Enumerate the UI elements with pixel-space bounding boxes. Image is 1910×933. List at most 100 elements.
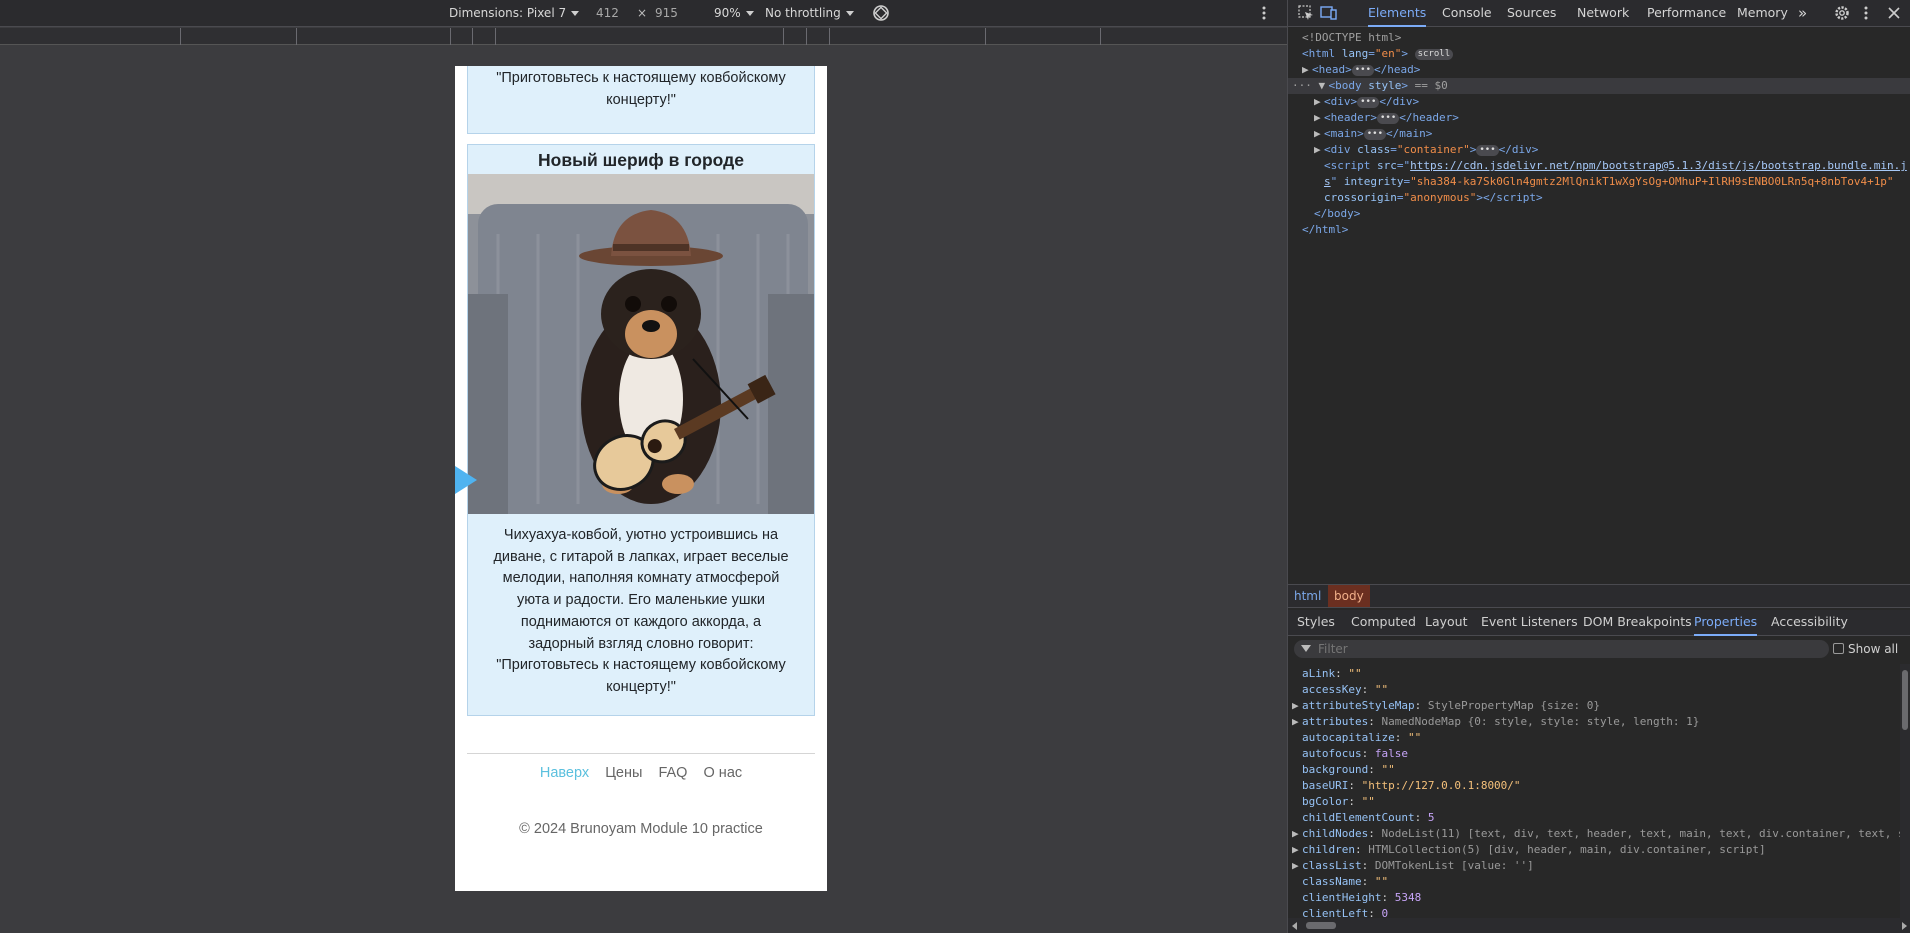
expand-triangle-icon[interactable]: ▶: [1314, 126, 1324, 142]
expand-triangle-icon[interactable]: ▶: [1292, 842, 1302, 858]
expand-triangle-icon[interactable]: ▶: [1314, 94, 1324, 110]
media-query-ruler[interactable]: [0, 28, 1287, 45]
ellipsis-icon[interactable]: •••: [1476, 145, 1499, 156]
properties-vertical-scrollbar[interactable]: [1900, 664, 1910, 918]
property-value: DOMTokenList [value: '']: [1374, 859, 1534, 872]
expand-triangle-icon[interactable]: ▶: [1292, 714, 1302, 730]
scrollbar-thumb[interactable]: [1306, 922, 1336, 929]
dom-node-head[interactable]: ▶ <head> ••• </head>: [1288, 62, 1910, 78]
property-row[interactable]: baseURI: "http://127.0.0.1:8000/": [1288, 778, 1901, 794]
more-options-icon[interactable]: [1262, 4, 1266, 24]
tab-performance[interactable]: Performance: [1647, 0, 1726, 27]
tab-console[interactable]: Console: [1442, 0, 1492, 27]
device-selector[interactable]: Dimensions: Pixel 7: [449, 0, 580, 27]
close-icon[interactable]: [1885, 4, 1903, 22]
settings-gear-icon[interactable]: [1833, 4, 1851, 22]
filter-input[interactable]: [1294, 640, 1829, 658]
expand-triangle-icon[interactable]: ▶: [1292, 698, 1302, 714]
tab-dom-breakpoints[interactable]: DOM Breakpoints: [1583, 610, 1692, 636]
width-input[interactable]: 412: [596, 0, 619, 27]
property-key: clientLeft: [1302, 907, 1369, 918]
dom-node-html[interactable]: <html lang="en"> scroll: [1288, 46, 1910, 62]
tab-memory[interactable]: Memory: [1737, 0, 1788, 27]
collapse-triangle-icon[interactable]: ▼: [1319, 78, 1329, 94]
breadcrumb-body[interactable]: body: [1328, 585, 1370, 607]
ellipsis-icon[interactable]: •••: [1363, 129, 1387, 140]
expand-triangle-icon[interactable]: ▶: [1302, 62, 1312, 78]
dom-node-script[interactable]: <script src="https://cdn.jsdelivr.net/np…: [1288, 158, 1910, 174]
show-all-toggle[interactable]: Show all: [1833, 641, 1898, 657]
footer-link-prices[interactable]: Цены: [605, 765, 642, 781]
chevron-down-icon: [571, 11, 580, 16]
property-row[interactable]: autocapitalize: "": [1288, 730, 1901, 746]
device-toggle-icon[interactable]: [1320, 4, 1338, 22]
script-src-link-end[interactable]: s: [1324, 175, 1331, 188]
head-tag: head: [1318, 63, 1346, 76]
footer-link-top[interactable]: Наверх: [540, 765, 589, 781]
resize-handle[interactable]: [455, 466, 477, 494]
tab-sources[interactable]: Sources: [1507, 0, 1556, 27]
property-row[interactable]: ▶ children: HTMLCollection(5) [div, heade…: [1288, 842, 1901, 858]
property-row[interactable]: autofocus: false: [1288, 746, 1901, 762]
properties-horizontal-scrollbar[interactable]: [1288, 918, 1910, 933]
more-tabs-button[interactable]: »: [1798, 0, 1807, 27]
property-row[interactable]: ▶ childNodes: NodeList(11) [text, div, te…: [1288, 826, 1901, 842]
tab-accessibility[interactable]: Accessibility: [1771, 610, 1848, 636]
footer-link-about[interactable]: О нас: [704, 765, 743, 781]
kebab-menu-icon[interactable]: [1857, 4, 1875, 22]
property-row[interactable]: accessKey: "": [1288, 682, 1901, 698]
ruler-segment: [472, 28, 473, 45]
property-row[interactable]: clientLeft: 0: [1288, 906, 1901, 918]
throttling-selector[interactable]: No throttling: [765, 0, 854, 27]
dom-node-main[interactable]: ▶ <main> ••• </main>: [1288, 126, 1910, 142]
property-row[interactable]: clientHeight: 5348: [1288, 890, 1901, 906]
dom-node-div[interactable]: ▶ <div> ••• </div>: [1288, 94, 1910, 110]
tab-properties[interactable]: Properties: [1694, 610, 1758, 636]
expand-triangle-icon[interactable]: ▶: [1292, 826, 1302, 842]
scrollbar-thumb[interactable]: [1902, 670, 1908, 730]
property-row[interactable]: ▶ attributeStyleMap: StylePropertyMap {si…: [1288, 698, 1901, 714]
show-all-checkbox[interactable]: [1833, 643, 1844, 654]
tab-layout[interactable]: Layout: [1425, 610, 1468, 636]
expand-triangle-icon[interactable]: ▶: [1314, 142, 1324, 158]
property-row[interactable]: aLink: "": [1288, 666, 1901, 682]
property-key: aLink: [1302, 667, 1336, 680]
expand-triangle-icon[interactable]: ▶: [1292, 858, 1302, 874]
tab-network[interactable]: Network: [1577, 0, 1629, 27]
div-close-tag: div: [1392, 95, 1413, 108]
dom-node-doctype[interactable]: <!DOCTYPE html>: [1288, 30, 1910, 46]
dom-node-html-close[interactable]: </html>: [1288, 222, 1910, 238]
tab-computed[interactable]: Computed: [1351, 610, 1416, 636]
rotate-icon[interactable]: [871, 3, 891, 23]
div-tag: div: [1330, 95, 1351, 108]
zoom-selector[interactable]: 90%: [714, 0, 754, 27]
tab-elements[interactable]: Elements: [1368, 0, 1427, 27]
property-row[interactable]: childElementCount: 5: [1288, 810, 1901, 826]
property-row[interactable]: className: "": [1288, 874, 1901, 890]
property-key: baseURI: [1302, 779, 1349, 792]
inspect-element-icon[interactable]: [1297, 4, 1315, 22]
property-row[interactable]: ▶ classList: DOMTokenList [value: '']: [1288, 858, 1901, 874]
property-value: NodeList(11) [text, div, text, header, t…: [1381, 827, 1901, 840]
ellipsis-icon[interactable]: •••: [1377, 113, 1400, 124]
script-src-link[interactable]: https://cdn.jsdelivr.net/npm/bootstrap@5…: [1410, 159, 1907, 172]
scroll-left-icon[interactable]: [1292, 922, 1297, 930]
expand-triangle-icon[interactable]: ▶: [1314, 110, 1324, 126]
ellipsis-icon[interactable]: •••: [1351, 65, 1375, 76]
scroll-right-icon[interactable]: [1902, 922, 1907, 930]
dom-node-container[interactable]: ▶ <div class="container"> ••• </div>: [1288, 142, 1910, 158]
tab-styles[interactable]: Styles: [1297, 610, 1335, 636]
property-row[interactable]: bgColor: "": [1288, 794, 1901, 810]
tab-event-listeners[interactable]: Event Listeners: [1481, 610, 1578, 636]
dom-node-header[interactable]: ▶ <header> ••• </header>: [1288, 110, 1910, 126]
breadcrumb-html[interactable]: html: [1288, 585, 1327, 607]
scroll-badge[interactable]: scroll: [1414, 49, 1454, 60]
property-row[interactable]: background: "": [1288, 762, 1901, 778]
dom-node-body[interactable]: ··· ▼ <body style> == $0: [1288, 78, 1910, 94]
chevron-down-icon: [745, 11, 754, 16]
property-row[interactable]: ▶ attributes: NamedNodeMap {0: style, sty…: [1288, 714, 1901, 730]
footer-link-faq[interactable]: FAQ: [658, 765, 687, 781]
dom-node-body-close[interactable]: </body>: [1288, 206, 1910, 222]
height-input[interactable]: 915: [655, 0, 678, 27]
ellipsis-icon[interactable]: •••: [1357, 97, 1380, 108]
